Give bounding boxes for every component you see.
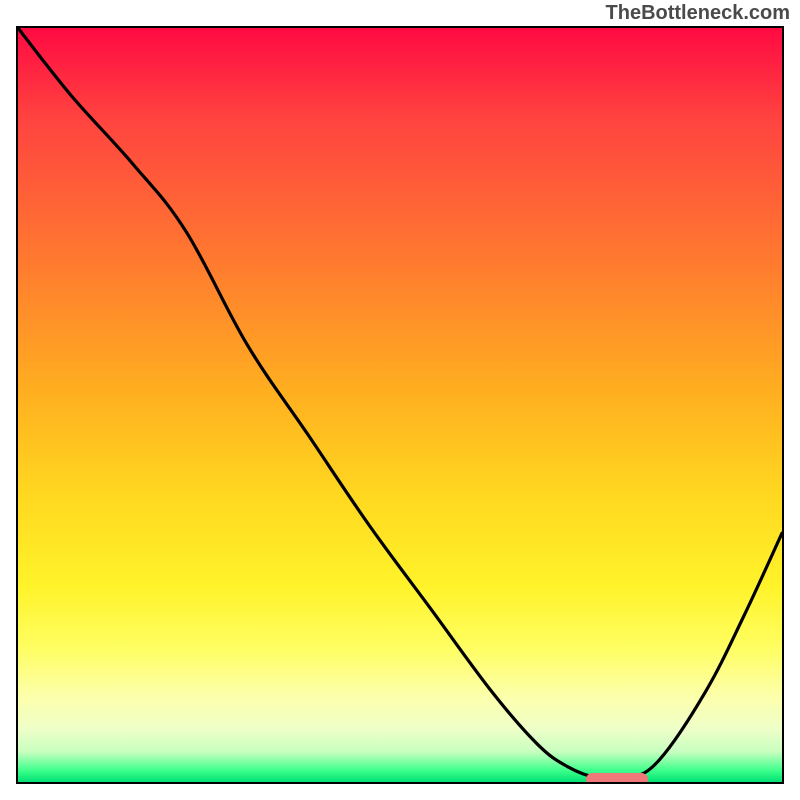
chart-plot-area bbox=[16, 26, 784, 784]
bottleneck-curve bbox=[18, 28, 782, 782]
watermark-text: TheBottleneck.com bbox=[606, 2, 790, 25]
optimum-marker bbox=[586, 773, 647, 784]
